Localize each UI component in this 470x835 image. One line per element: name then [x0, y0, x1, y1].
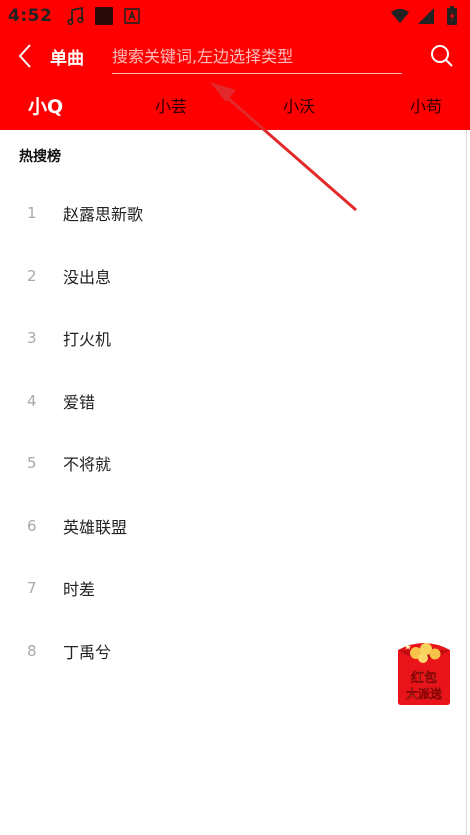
tab-xiaoyun[interactable]: 小芸 — [155, 80, 187, 130]
music-note-icon — [66, 6, 86, 26]
status-bar: 4:52 — [0, 0, 470, 32]
hot-search-rank: 8 — [27, 642, 37, 660]
hot-search-rank: 6 — [27, 517, 37, 535]
status-time: 4:52 — [8, 6, 53, 26]
search-button[interactable] — [428, 42, 456, 70]
hot-search-item[interactable]: 7 时差 — [0, 557, 460, 619]
a-badge-icon — [122, 6, 142, 26]
red-packet-button[interactable]: 红包 大派送 — [394, 638, 454, 706]
hot-search-rank: 4 — [27, 392, 37, 410]
app-square-icon — [94, 6, 114, 26]
back-button[interactable] — [0, 32, 50, 80]
app-screen: 4:52 单曲 搜索关键词,左边选择类型 小Q 小芸 小沃 小苟 热搜榜 1 赵… — [0, 0, 470, 835]
tab-xiaogou[interactable]: 小苟 — [410, 80, 442, 130]
hot-search-title: 热搜榜 — [19, 149, 61, 165]
hot-search-rank: 7 — [27, 579, 37, 597]
hot-search-keyword: 时差 — [63, 580, 96, 599]
source-tabs: 小Q 小芸 小沃 小苟 — [0, 80, 470, 130]
search-icon — [431, 45, 453, 67]
status-icons-left — [66, 6, 142, 26]
hot-search-item[interactable]: 1 赵露思新歌 — [0, 182, 460, 244]
hot-search-rank: 1 — [27, 204, 37, 222]
status-icons-right — [390, 6, 462, 26]
hot-search-keyword: 英雄联盟 — [63, 518, 128, 537]
hot-search-item[interactable]: 8 丁禹兮 — [0, 620, 460, 682]
chevron-left-icon — [18, 44, 31, 68]
hot-search-keyword: 爱错 — [63, 393, 96, 412]
right-edge-divider — [466, 130, 467, 835]
search-header: 单曲 — [0, 32, 470, 80]
search-input[interactable] — [112, 40, 402, 73]
hot-search-item[interactable]: 2 没出息 — [0, 245, 460, 307]
hot-search-keyword: 打火机 — [63, 330, 112, 349]
hot-search-keyword: 赵露思新歌 — [63, 205, 144, 224]
hot-search-rank: 5 — [27, 454, 37, 472]
hot-search-item[interactable]: 4 爱错 — [0, 370, 460, 432]
hot-search-rank: 2 — [27, 267, 37, 285]
tab-xiaowo[interactable]: 小沃 — [283, 80, 315, 130]
red-packet-label-top: 红包 — [411, 670, 437, 686]
hot-search-item[interactable]: 3 打火机 — [0, 307, 460, 369]
tab-xiaoq[interactable]: 小Q — [28, 80, 63, 130]
hot-search-rank: 3 — [27, 329, 37, 347]
wifi-icon — [390, 6, 410, 26]
search-type-selector[interactable]: 单曲 — [50, 44, 112, 69]
hot-search-item[interactable]: 5 不将就 — [0, 432, 460, 494]
battery-icon — [442, 6, 462, 26]
hot-search-keyword: 不将就 — [63, 455, 112, 474]
red-packet-label-bottom: 大派送 — [406, 686, 443, 701]
hot-search-item[interactable]: 6 英雄联盟 — [0, 495, 460, 557]
search-field — [112, 40, 402, 74]
signal-icon — [416, 6, 436, 26]
hot-search-keyword: 没出息 — [63, 268, 112, 287]
hot-search-keyword: 丁禹兮 — [63, 643, 112, 662]
